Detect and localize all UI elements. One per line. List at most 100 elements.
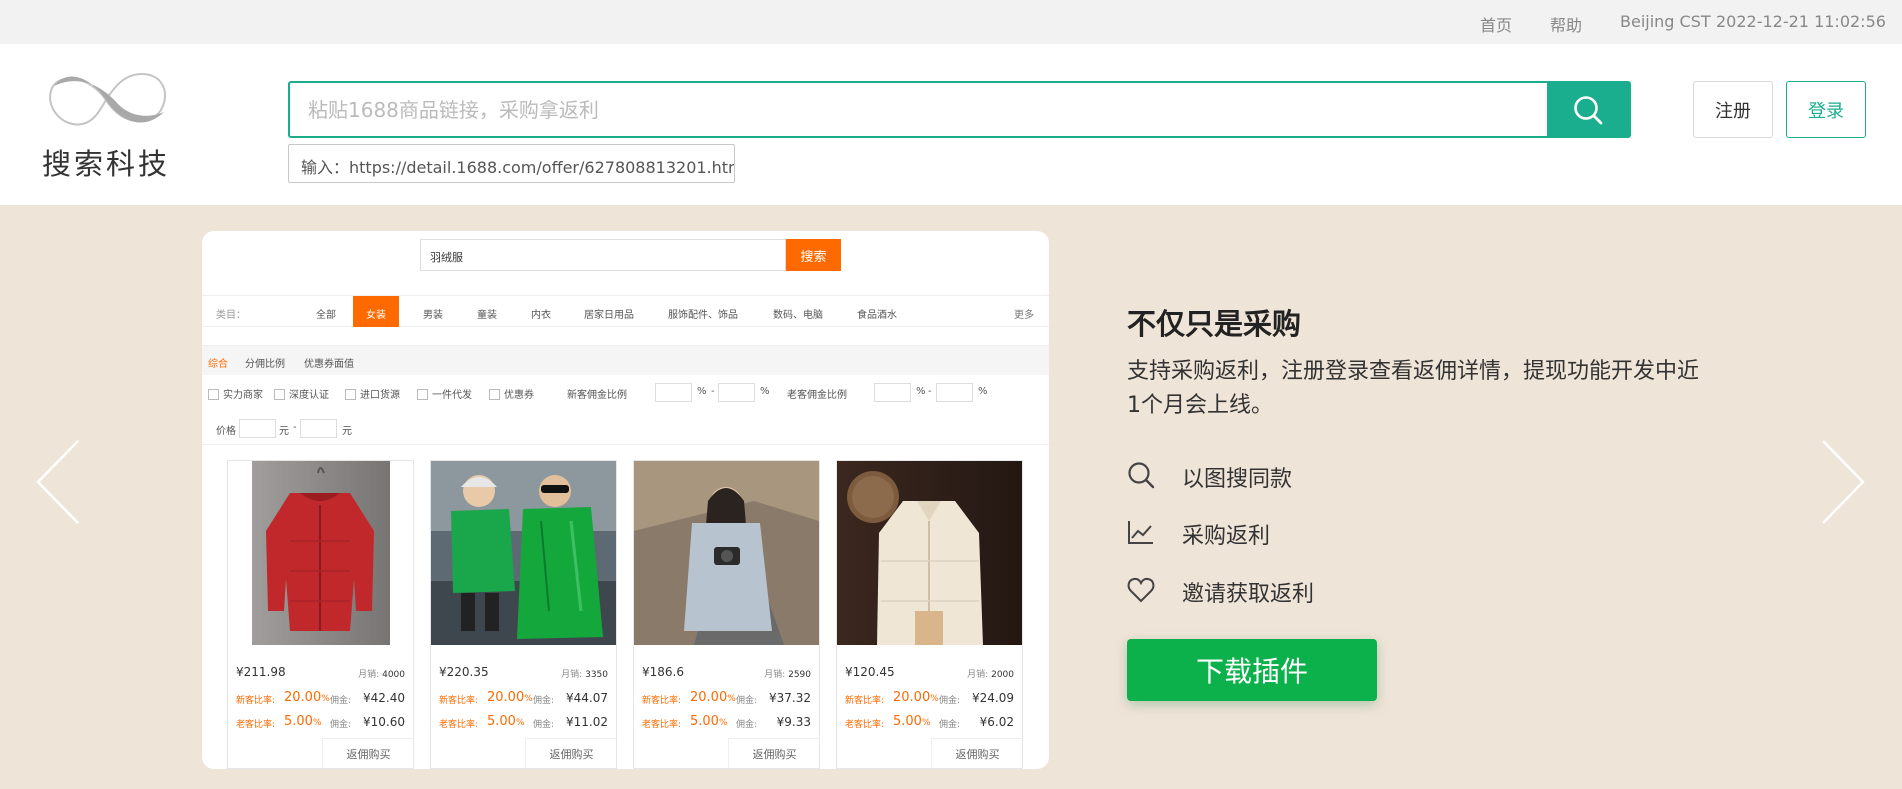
old-customer-row: 老客比率: 5.00% 佣金: ¥9.33 <box>642 714 811 732</box>
old-ratio-value: 5.00% <box>487 714 525 729</box>
search-input[interactable] <box>290 83 1547 136</box>
category-item: 男装 <box>423 310 443 321</box>
new-ratio-value: 20.00% <box>487 690 533 705</box>
login-button[interactable]: 登录 <box>1786 81 1866 138</box>
download-plugin-button[interactable]: 下载插件 <box>1127 639 1377 701</box>
register-button[interactable]: 注册 <box>1693 81 1773 138</box>
checkbox-icon <box>208 389 219 400</box>
commission-label: 佣金: <box>939 720 961 730</box>
infinity-logo-icon[interactable] <box>40 66 172 134</box>
preview-price-filter: 价格 元 - 元 <box>202 411 1049 445</box>
product-card: ¥220.35 月销: 3350 新客比率: 20.00% 佣金: ¥44.07… <box>430 460 617 769</box>
old-commission: ¥6.02 <box>979 715 1014 729</box>
new-commission: ¥42.40 <box>363 691 405 705</box>
checkbox-icon <box>274 389 285 400</box>
old-rate-label: 老客佣金比例 <box>787 390 847 401</box>
buy-button: 返佣购买 <box>322 738 414 768</box>
old-ratio-label: 老客比率: <box>236 720 276 730</box>
dash-sign: - <box>293 422 297 433</box>
product-image-white-jacket <box>837 461 1022 645</box>
category-item-active: 女装 <box>353 296 399 327</box>
datetime-label: 2022-12-21 11:02:56 <box>1716 12 1886 31</box>
commission-label: 佣金: <box>330 696 352 706</box>
preview-search-button: 搜索 <box>786 239 841 271</box>
new-customer-row: 新客比率: 20.00% 佣金: ¥44.07 <box>439 690 608 708</box>
category-item: 数码、电脑 <box>773 310 823 321</box>
new-ratio-label: 新客比率: <box>642 696 682 706</box>
new-rate-label: 新客佣金比例 <box>567 390 627 401</box>
product-card: ¥211.98 月销: 4000 新客比率: 20.00% 佣金: ¥42.40… <box>227 460 414 769</box>
price-row: ¥120.45 月销: 2000 <box>845 665 1014 681</box>
percent-sign: % <box>916 386 926 397</box>
category-item: 内衣 <box>531 310 551 321</box>
product-image-green-jackets <box>431 461 616 645</box>
commission-label: 佣金: <box>736 696 758 706</box>
help-link[interactable]: 帮助 <box>1550 12 1582 36</box>
next-slide-arrow-icon[interactable] <box>1817 437 1867 527</box>
product-card: ¥186.6 月销: 2590 新客比率: 20.00% 佣金: ¥37.32 … <box>633 460 820 769</box>
preview-sort-bar: 综合 分佣比例 优惠券面值 <box>202 345 1049 375</box>
category-item: 居家日用品 <box>584 310 634 321</box>
old-commission: ¥11.02 <box>566 715 608 729</box>
old-ratio-value: 5.00% <box>893 714 931 729</box>
prev-slide-arrow-icon[interactable] <box>34 437 84 527</box>
new-ratio-label: 新客比率: <box>236 696 276 706</box>
old-ratio-value: 5.00% <box>284 714 322 729</box>
preview-search-input: 羽绒服 <box>420 239 786 271</box>
price-label: 价格 <box>216 426 236 437</box>
new-commission: ¥24.09 <box>972 691 1014 705</box>
preview-search: 羽绒服 搜索 <box>420 239 841 271</box>
yuan-label: 元 <box>342 426 352 437</box>
hero-description: 支持采购返利，注册登录查看返佣详情，提现功能开发中近1个月会上线。 <box>1127 359 1700 418</box>
price-max-box <box>300 419 337 438</box>
old-ratio-value: 5.00% <box>690 714 728 729</box>
category-more: 更多 <box>1014 310 1034 321</box>
new-customer-row: 新客比率: 20.00% 佣金: ¥42.40 <box>236 690 405 708</box>
commission-label: 佣金: <box>330 720 352 730</box>
search-button[interactable] <box>1547 83 1629 136</box>
buy-button: 返佣购买 <box>728 738 820 768</box>
new-commission: ¥37.32 <box>769 691 811 705</box>
feature-label: 采购返利 <box>1182 524 1271 549</box>
filter-item: 深度认证 <box>274 386 329 401</box>
percent-sign: % <box>760 386 770 397</box>
commission-label: 佣金: <box>533 720 555 730</box>
old-customer-row: 老客比率: 5.00% 佣金: ¥11.02 <box>439 714 608 732</box>
monthly-sales: 月销: 2000 <box>967 670 1014 680</box>
feature-item: 采购返利 <box>1127 516 1527 549</box>
filter-item: 一件代发 <box>417 386 472 401</box>
preview-filter-bar: 实力商家 深度认证 进口货源 一件代发 优惠券 新客佣金比例 % - % 老客佣… <box>202 375 1049 409</box>
dash-sign: - <box>928 386 932 397</box>
search-icon <box>1574 95 1603 124</box>
heart-icon <box>1127 576 1155 604</box>
line-chart-icon <box>1127 518 1155 546</box>
hero-banner: 羽绒服 搜索 类目： 全部 女装 男装 童装 内衣 居家日用品 服饰配件、饰品 … <box>0 205 1902 789</box>
commission-label: 佣金: <box>533 696 555 706</box>
input-hint: 输入：https://detail.1688.com/offer/6278088… <box>288 144 735 183</box>
home-link[interactable]: 首页 <box>1480 12 1512 36</box>
filter-item: 优惠券 <box>489 386 534 401</box>
product-preview-screenshot: 羽绒服 搜索 类目： 全部 女装 男装 童装 内衣 居家日用品 服饰配件、饰品 … <box>202 231 1049 769</box>
product-price: ¥220.35 <box>439 665 489 679</box>
new-rate-min-box <box>655 383 692 402</box>
category-item: 全部 <box>316 310 336 321</box>
search-icon <box>1127 461 1155 489</box>
commission-label: 佣金: <box>939 696 961 706</box>
buy-button: 返佣购买 <box>525 738 617 768</box>
sort-item-active: 综合 <box>208 359 228 370</box>
new-ratio-label: 新客比率: <box>845 696 885 706</box>
sort-item: 分佣比例 <box>245 359 285 370</box>
commission-label: 佣金: <box>736 720 758 730</box>
monthly-sales: 月销: 3350 <box>561 670 608 680</box>
new-commission: ¥44.07 <box>566 691 608 705</box>
category-item: 童装 <box>477 310 497 321</box>
price-row: ¥211.98 月销: 4000 <box>236 665 405 681</box>
product-price: ¥211.98 <box>236 665 286 679</box>
feature-label: 以图搜同款 <box>1182 467 1293 492</box>
price-row: ¥186.6 月销: 2590 <box>642 665 811 681</box>
product-image-grey-coat <box>634 461 819 645</box>
old-ratio-label: 老客比率: <box>439 720 479 730</box>
old-ratio-label: 老客比率: <box>642 720 682 730</box>
feature-item: 以图搜同款 <box>1127 459 1527 492</box>
new-ratio-label: 新客比率: <box>439 696 479 706</box>
